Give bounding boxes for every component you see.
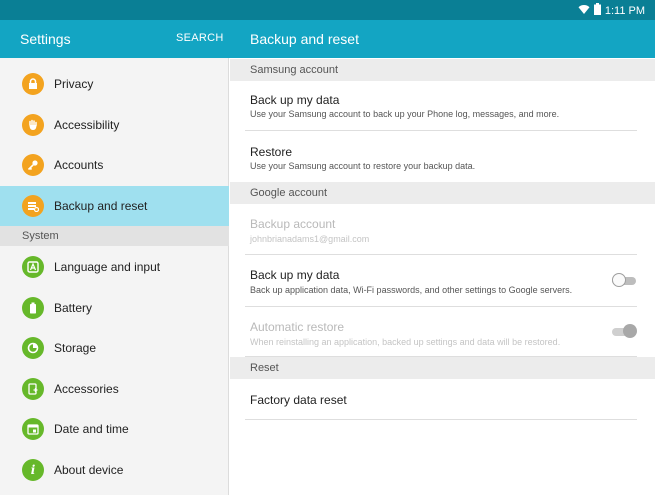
sidebar-item-accessibility[interactable]: Accessibility	[0, 105, 229, 145]
language-icon	[22, 256, 44, 278]
row-title: Factory data reset	[250, 393, 347, 407]
backup-account-row: Backup account johnbrianadams1@gmail.com	[245, 204, 637, 255]
row-title: Back up my data	[250, 93, 340, 107]
sidebar-item-about-device[interactable]: i About device	[0, 450, 229, 490]
section-google-account: Google account	[230, 182, 655, 204]
sidebar-item-backup-and-reset[interactable]: Backup and reset	[0, 186, 229, 226]
google-backup-my-data[interactable]: Back up my data Back up application data…	[245, 255, 637, 307]
sidebar-item-label: Privacy	[54, 77, 94, 91]
section-samsung-account: Samsung account	[230, 59, 655, 81]
section-system: System	[0, 226, 229, 246]
samsung-backup-my-data[interactable]: Back up my data Use your Samsung account…	[245, 81, 637, 131]
wifi-icon	[578, 4, 590, 18]
sidebar-item-label: Language and input	[54, 260, 161, 274]
sidebar-item-label: Battery	[54, 301, 93, 315]
accessories-icon	[22, 378, 44, 400]
section-reset: Reset	[230, 357, 655, 379]
search-button[interactable]: SEARCH	[176, 32, 224, 44]
row-title: Restore	[250, 145, 293, 159]
sidebar-item-label: Accessories	[54, 382, 119, 396]
row-subtitle: Use your Samsung account to back up your…	[250, 109, 560, 119]
sidebar-item-language-and-input[interactable]: Language and input	[0, 247, 229, 287]
status-time: 1:11 PM	[604, 4, 645, 17]
row-title: Backup account	[250, 217, 336, 231]
factory-data-reset-row[interactable]: Factory data reset	[245, 379, 637, 420]
app-bar: Settings SEARCH Backup and reset	[0, 20, 655, 58]
row-subtitle: johnbrianadams1@gmail.com	[250, 234, 370, 244]
sidebar-item-battery[interactable]: Battery	[0, 288, 229, 328]
sidebar-item-label: Accounts	[54, 158, 104, 172]
privacy-icon	[22, 73, 44, 95]
toggle-knob	[612, 273, 626, 287]
status-bar: 1:11 PM	[0, 0, 655, 20]
row-subtitle: Back up application data, Wi-Fi password…	[250, 285, 573, 295]
row-title: Automatic restore	[250, 320, 345, 334]
sidebar-item-label: Date and time	[54, 422, 129, 436]
row-subtitle: Use your Samsung account to restore your…	[250, 161, 476, 171]
info-icon: i	[22, 459, 44, 481]
sidebar-item-date-and-time[interactable]: Date and time	[0, 409, 229, 449]
backup-icon	[22, 195, 44, 217]
sidebar-item-label: About device	[54, 463, 124, 477]
sidebar: Privacy Accessibility Accounts Backup an…	[0, 58, 229, 495]
sidebar-item-privacy[interactable]: Privacy	[0, 64, 229, 104]
calendar-icon	[22, 418, 44, 440]
row-title: Back up my data	[250, 268, 340, 282]
battery-icon	[22, 297, 44, 319]
row-subtitle: When reinstalling an application, backed…	[250, 337, 561, 347]
storage-icon	[22, 337, 44, 359]
key-icon	[22, 154, 44, 176]
sidebar-item-accessories[interactable]: Accessories	[0, 369, 229, 409]
hand-icon	[22, 114, 44, 136]
toggle-knob	[623, 324, 637, 338]
sidebar-item-label: Storage	[54, 341, 97, 355]
automatic-restore-row: Automatic restore When reinstalling an a…	[245, 307, 637, 357]
automatic-restore-toggle	[612, 324, 638, 340]
sidebar-item-label: Backup and reset	[54, 199, 148, 213]
backup-and-reset-panel: Samsung account Back up my data Use your…	[230, 58, 655, 495]
page-title: Backup and reset	[250, 31, 359, 47]
sidebar-item-storage[interactable]: Storage	[0, 328, 229, 368]
sidebar-item-label: Accessibility	[54, 118, 120, 132]
battery-icon	[593, 3, 601, 18]
settings-title: Settings	[20, 31, 71, 47]
restore-row[interactable]: Restore Use your Samsung account to rest…	[245, 131, 637, 183]
backup-data-toggle[interactable]	[612, 273, 638, 289]
sidebar-item-accounts[interactable]: Accounts	[0, 145, 229, 185]
